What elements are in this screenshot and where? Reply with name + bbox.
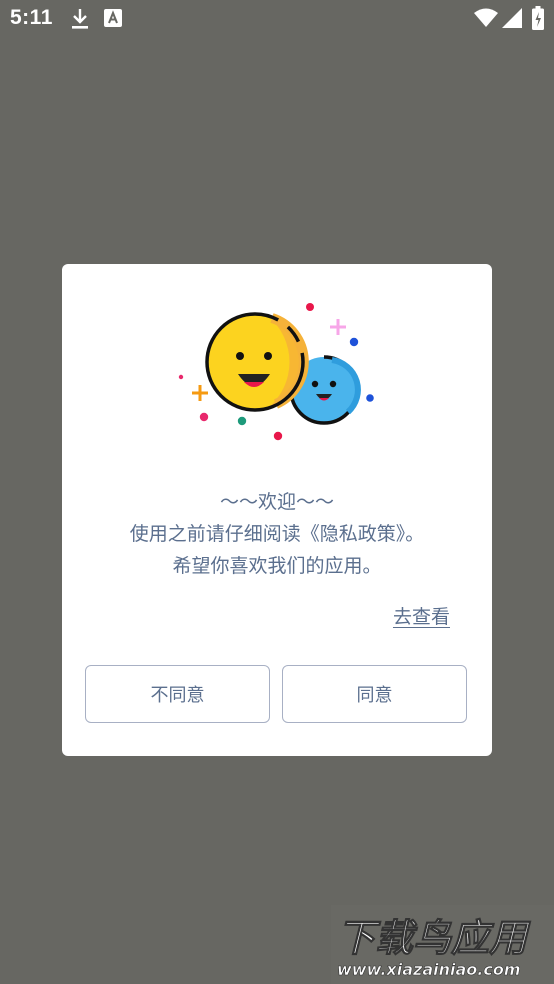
svg-text:下载鸟应用: 下载鸟应用 [337,916,531,960]
signal-icon [502,8,522,28]
watermark-brand-text: 下载鸟应用 [337,916,532,961]
font-app-icon [104,9,122,27]
privacy-dialog: ～～欢迎～～ 使用之前请仔细阅读《隐私政策》。 希望你喜欢我们的应用。 去查看 … [62,264,492,756]
agree-button[interactable]: 同意 [282,665,467,723]
welcome-message: ～～欢迎～～ 使用之前请仔细阅读《隐私政策》。 希望你喜欢我们的应用。 [62,486,492,582]
status-bar: 5:11 [0,0,554,38]
battery-icon [532,6,544,30]
download-icon [72,9,88,29]
status-time: 5:11 [10,6,53,29]
smiley-faces-illustration [178,303,374,441]
view-privacy-policy-link[interactable]: 去查看 [393,602,450,629]
watermark-logo: 下载鸟应用 www.xiazainiao.com [331,905,554,984]
welcome-line-1: ～～欢迎～～ [219,491,334,513]
welcome-line-2: 使用之前请仔细阅读《隐私政策》。 [129,523,425,545]
disagree-button[interactable]: 不同意 [85,665,270,723]
welcome-line-3: 希望你喜欢我们的应用。 [172,555,382,577]
wifi-icon [474,8,498,27]
watermark-url: www.xiazainiao.com [337,960,520,979]
